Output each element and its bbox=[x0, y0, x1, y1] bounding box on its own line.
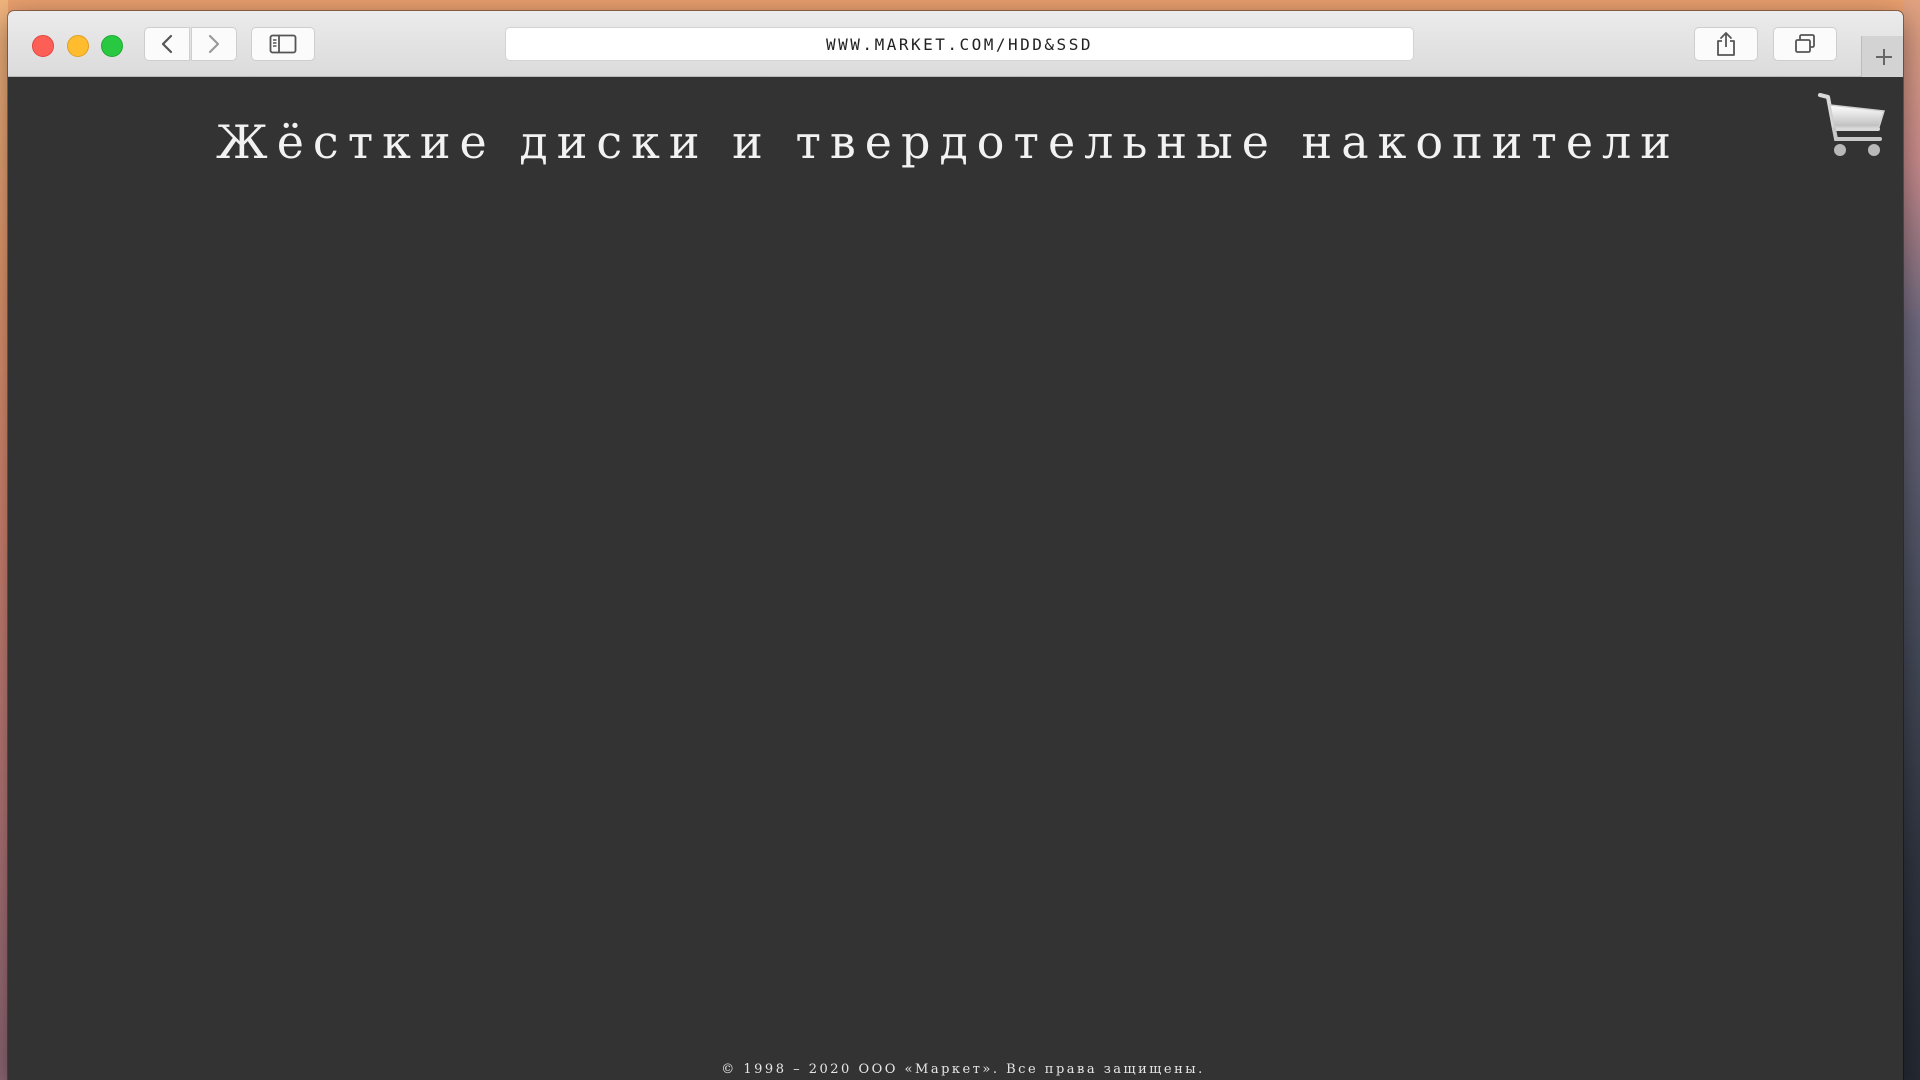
share-icon bbox=[1717, 32, 1735, 56]
cart-button[interactable] bbox=[1816, 89, 1888, 161]
address-url: WWW.MARKET.COM/HDD&SSD bbox=[826, 34, 1093, 54]
back-button[interactable] bbox=[144, 27, 190, 61]
share-button[interactable] bbox=[1694, 27, 1758, 61]
sidebar-icon bbox=[269, 34, 297, 54]
shopping-cart-icon bbox=[1818, 93, 1885, 156]
tab-overview-button[interactable] bbox=[1773, 27, 1837, 61]
desktop-background-right bbox=[1903, 0, 1920, 1080]
address-bar[interactable]: WWW.MARKET.COM/HDD&SSD bbox=[505, 27, 1414, 61]
new-tab-button[interactable] bbox=[1861, 36, 1903, 78]
chevron-left-icon bbox=[161, 34, 173, 54]
browser-toolbar: WWW.MARKET.COM/HDD&SSD bbox=[8, 11, 1903, 78]
chevron-right-icon bbox=[208, 34, 220, 54]
forward-button[interactable] bbox=[191, 27, 237, 61]
page-footer: © 1998 – 2020 ООО «Маркет». Все права за… bbox=[721, 1062, 1205, 1077]
zoom-window-button[interactable] bbox=[101, 35, 123, 57]
web-page: Жёсткие диски и твердотельные накопители… bbox=[8, 77, 1903, 1080]
tabs-overview-icon bbox=[1795, 34, 1815, 53]
page-title: Жёсткие диски и твердотельные накопители bbox=[216, 115, 1680, 169]
sidebar-toggle-button[interactable] bbox=[251, 27, 315, 61]
close-window-button[interactable] bbox=[32, 35, 54, 57]
browser-window: WWW.MARKET.COM/HDD&SSD Жёсткие диски и т… bbox=[8, 11, 1903, 1080]
desktop-background-left bbox=[0, 0, 8, 1080]
minimize-window-button[interactable] bbox=[67, 35, 89, 57]
plus-icon bbox=[1876, 49, 1892, 65]
